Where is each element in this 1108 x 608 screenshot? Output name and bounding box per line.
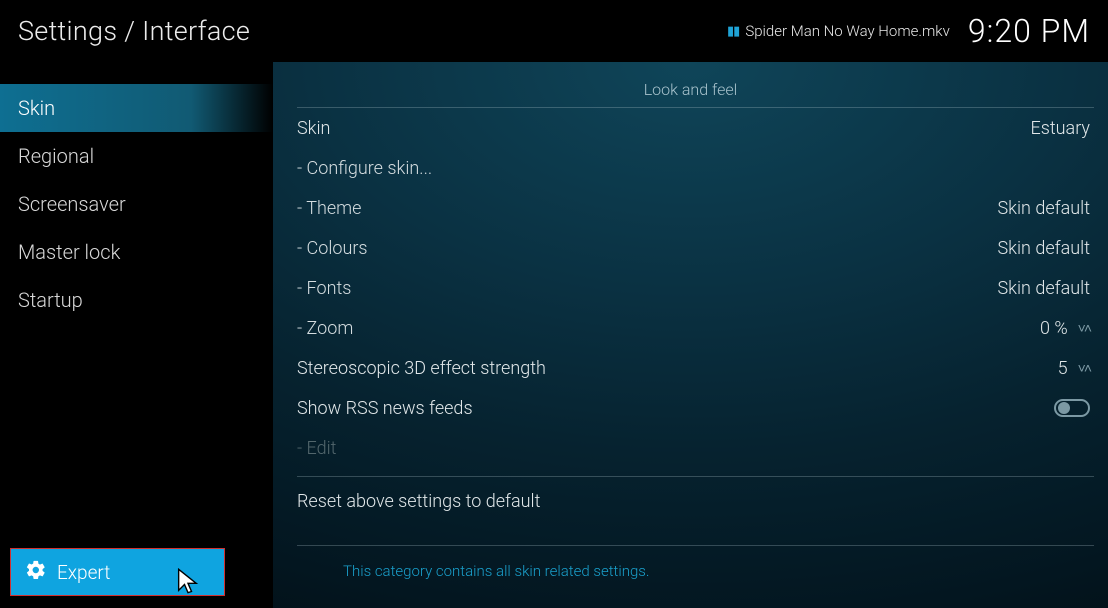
- setting-rss[interactable]: Show RSS news feeds: [297, 388, 1094, 428]
- sidebar-item-label: Startup: [18, 288, 83, 312]
- setting-label: - Theme: [297, 198, 361, 219]
- setting-configure-skin[interactable]: - Configure skin...: [297, 148, 1094, 188]
- setting-value: Skin default: [998, 238, 1090, 259]
- settings-level-button[interactable]: Expert: [10, 548, 225, 596]
- header-right: ▮▮ Spider Man No Way Home.mkv 9:20 PM: [727, 12, 1090, 50]
- settings-level-label: Expert: [57, 561, 110, 584]
- clock: 9:20 PM: [968, 12, 1090, 50]
- setting-value: Estuary: [1031, 118, 1090, 139]
- setting-label: - Edit: [297, 438, 336, 459]
- sidebar-item-regional[interactable]: Regional: [0, 132, 273, 180]
- breadcrumb: Settings / Interface: [18, 15, 250, 47]
- sidebar-item-masterlock[interactable]: Master lock: [0, 228, 273, 276]
- setting-label: Show RSS news feeds: [297, 398, 473, 419]
- sidebar-item-label: Master lock: [18, 240, 120, 264]
- setting-stereoscopic[interactable]: Stereoscopic 3D effect strength 5 ˅˄: [297, 348, 1094, 388]
- setting-label: - Colours: [297, 238, 368, 259]
- setting-label: - Zoom: [297, 318, 353, 339]
- setting-theme[interactable]: - Theme Skin default: [297, 188, 1094, 228]
- sidebar-item-label: Skin: [18, 96, 55, 120]
- sidebar-item-startup[interactable]: Startup: [0, 276, 273, 324]
- setting-edit: - Edit: [297, 428, 1094, 468]
- reset-settings[interactable]: Reset above settings to default: [297, 476, 1094, 524]
- setting-zoom[interactable]: - Zoom 0 % ˅˄: [297, 308, 1094, 348]
- category-description: This category contains all skin related …: [343, 562, 650, 580]
- setting-value: 5: [1058, 358, 1068, 379]
- divider: [297, 545, 1094, 546]
- setting-value: Skin default: [998, 198, 1090, 219]
- toggle-off-icon[interactable]: [1054, 399, 1090, 417]
- gear-icon: [25, 559, 47, 585]
- sidebar-item-skin[interactable]: Skin: [0, 84, 273, 132]
- setting-value: Skin default: [998, 278, 1090, 299]
- sidebar-item-label: Regional: [18, 144, 94, 168]
- spinner-icon[interactable]: ˅˄: [1078, 320, 1090, 337]
- sidebar-item-label: Screensaver: [18, 192, 126, 216]
- cursor-icon: [176, 567, 200, 599]
- pause-icon: ▮▮: [727, 24, 739, 39]
- setting-label: Stereoscopic 3D effect strength: [297, 358, 546, 379]
- content-panel: Look and feel Skin Estuary - Configure s…: [273, 62, 1108, 608]
- now-playing[interactable]: ▮▮ Spider Man No Way Home.mkv: [727, 22, 950, 40]
- now-playing-title: Spider Man No Way Home.mkv: [745, 22, 950, 40]
- setting-fonts[interactable]: - Fonts Skin default: [297, 268, 1094, 308]
- setting-colours[interactable]: - Colours Skin default: [297, 228, 1094, 268]
- setting-label: - Fonts: [297, 278, 351, 299]
- sidebar-item-screensaver[interactable]: Screensaver: [0, 180, 273, 228]
- section-heading: Look and feel: [273, 80, 1108, 107]
- setting-label: Skin: [297, 118, 330, 139]
- setting-label: - Configure skin...: [297, 158, 432, 179]
- sidebar: Skin Regional Screensaver Master lock St…: [0, 62, 273, 608]
- setting-skin[interactable]: Skin Estuary: [297, 108, 1094, 148]
- spinner-icon[interactable]: ˅˄: [1078, 360, 1090, 377]
- setting-value: 0 %: [1040, 318, 1068, 339]
